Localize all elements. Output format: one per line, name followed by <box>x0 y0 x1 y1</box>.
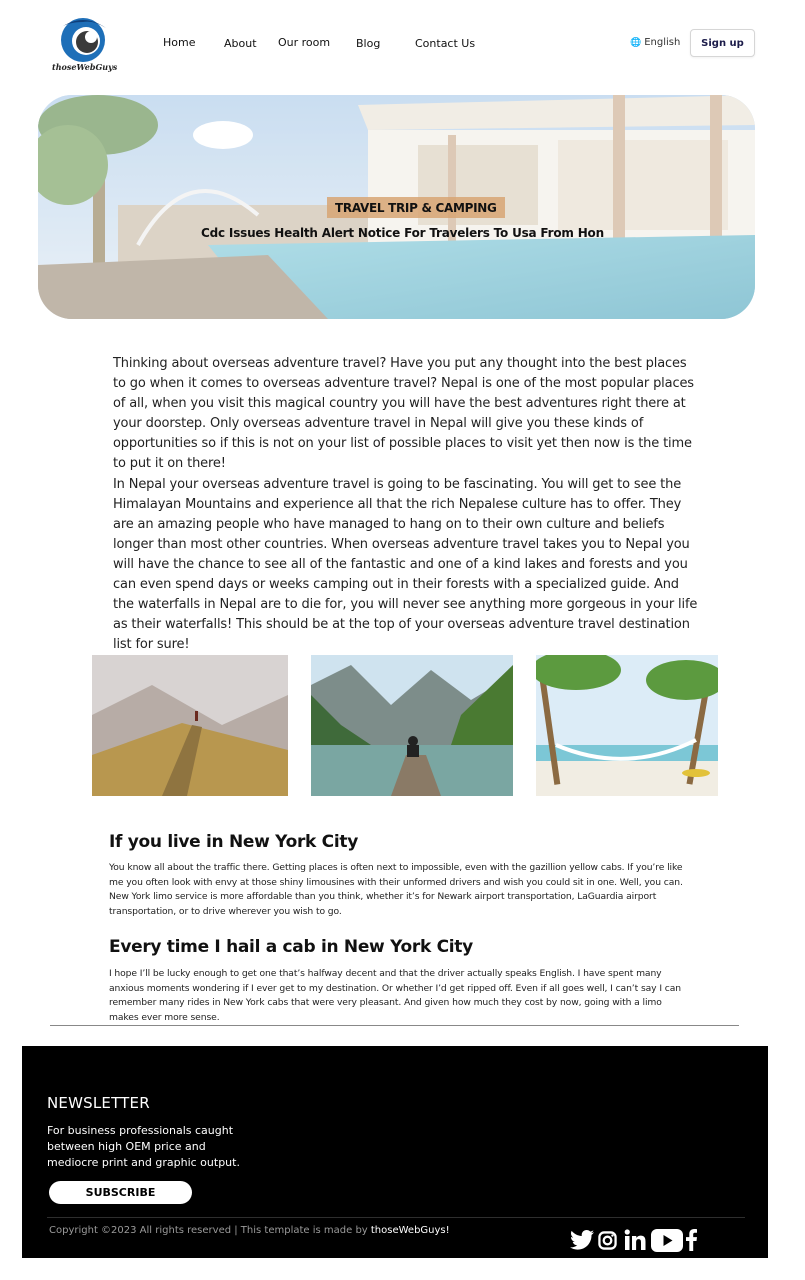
beach-hammock-photo <box>536 655 718 796</box>
twitter-icon[interactable] <box>570 1227 594 1253</box>
footer-divider <box>47 1217 745 1218</box>
copyright-text: Copyright ©2023 All rights reserved | Th… <box>49 1225 450 1236</box>
article-paragraph: In Nepal your overseas adventure travel … <box>113 477 698 652</box>
newsletter-description: For business professionals caught betwee… <box>47 1124 240 1169</box>
section-heading: Every time I hail a cab in New York City <box>109 937 473 957</box>
section-heading: If you live in New York City <box>109 832 358 852</box>
newsletter-title: NEWSLETTER <box>47 1094 150 1112</box>
language-label: English <box>644 37 681 48</box>
copyright-prefix: Copyright ©2023 All rights reserved | Th… <box>49 1225 371 1236</box>
hero-title: Cdc Issues Health Alert Notice For Trave… <box>201 226 604 240</box>
hero-category-badge: TRAVEL TRIP & CAMPING <box>327 197 505 218</box>
signup-button[interactable]: Sign up <box>690 29 755 57</box>
section-body: You know all about the traffic there. Ge… <box>109 862 683 917</box>
subscribe-button[interactable]: SUBSCRIBE <box>49 1181 192 1204</box>
language-selector[interactable]: 🌐 English <box>630 37 680 48</box>
article-paragraph: Thinking about overseas adventure travel… <box>113 356 694 471</box>
instagram-icon[interactable] <box>597 1227 617 1253</box>
logo-text: thoseWebGuys <box>52 62 118 72</box>
nav-contact-us[interactable]: Contact Us <box>415 37 475 50</box>
divider <box>50 1025 739 1026</box>
facebook-icon[interactable] <box>685 1227 697 1253</box>
nav-blog[interactable]: Blog <box>356 37 380 50</box>
globe-icon: 🌐 <box>630 37 642 48</box>
section-body: I hope I’ll be lucky enough to get one t… <box>109 968 681 1023</box>
lake-dock-photo <box>311 655 513 796</box>
youtube-icon[interactable] <box>651 1227 683 1253</box>
linkedin-icon[interactable] <box>623 1227 647 1253</box>
copyright-brand-link[interactable]: thoseWebGuys! <box>371 1225 450 1236</box>
nav-our-room[interactable]: Our room <box>278 36 330 49</box>
mountain-hiker-photo <box>92 655 288 796</box>
nav-about[interactable]: About <box>224 37 257 50</box>
nav-home[interactable]: Home <box>163 36 195 49</box>
